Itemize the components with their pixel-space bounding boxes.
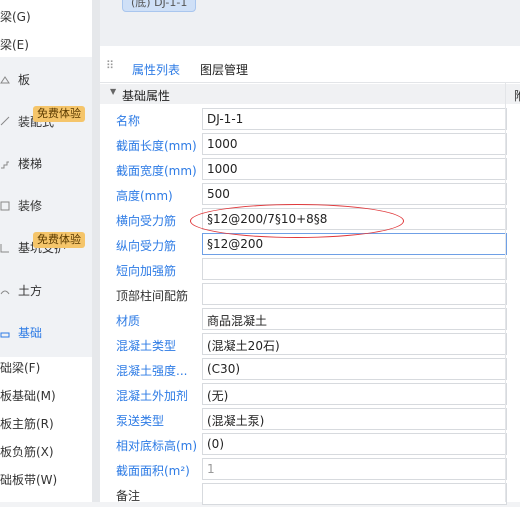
property-value-field[interactable]: (无): [202, 383, 507, 405]
category-foundation[interactable]: 基础: [18, 324, 42, 341]
property-value-field[interactable]: 商品混凝土: [202, 308, 507, 330]
tab-property-list[interactable]: 属性列表: [132, 61, 180, 78]
category-beam-g[interactable]: 梁(G): [0, 8, 31, 25]
category-stairs[interactable]: 楼梯: [18, 155, 42, 172]
property-label: 顶部柱间配筋: [116, 289, 189, 303]
property-row-admixture: 混凝土外加剂 (无): [100, 382, 520, 407]
attachment-column-header: 附: [514, 87, 520, 104]
property-label: 名称: [116, 114, 141, 128]
property-label: 混凝土类型: [116, 339, 177, 353]
pit-support-icon: [0, 242, 10, 253]
value-text: 1000: [207, 137, 238, 151]
value-text: (混凝土20石): [207, 339, 280, 353]
column-divider: [505, 82, 506, 502]
property-value-field[interactable]: (混凝土20石): [202, 333, 507, 355]
property-row-top-column-rebar: 顶部柱间配筋: [100, 282, 520, 307]
panel-splitter[interactable]: [92, 0, 100, 502]
property-label: 备注: [116, 489, 141, 503]
sub-item-raft-foundation[interactable]: 板基础(M): [0, 387, 56, 404]
sub-item-slab-strip[interactable]: 础板带(W): [0, 471, 57, 488]
property-value-field[interactable]: 500: [202, 183, 507, 205]
property-value-field[interactable]: (C30): [202, 358, 507, 380]
property-value-field[interactable]: 1000: [202, 158, 507, 180]
free-trial-badge-prefab[interactable]: 免费体验: [33, 106, 85, 122]
value-text: 商品混凝土: [207, 314, 268, 328]
property-label: 相对底标高(m): [116, 439, 198, 453]
property-row-concrete-type: 混凝土类型 (混凝土20石): [100, 332, 520, 357]
value-text: (C30): [207, 362, 241, 376]
property-row-remarks: 备注: [100, 482, 520, 507]
free-trial-badge-pit[interactable]: 免费体验: [33, 232, 85, 248]
category-list-background: [0, 57, 92, 357]
group-title: 基础属性: [122, 89, 171, 103]
value-text: (无): [207, 389, 229, 403]
property-label: 混凝土强度...: [116, 364, 188, 378]
category-decoration[interactable]: 装修: [18, 197, 42, 214]
value-text: (0): [207, 437, 224, 451]
property-label: 截面长度(mm): [116, 139, 197, 153]
property-value-field[interactable]: §12@200: [202, 233, 507, 255]
property-value-field[interactable]: [202, 258, 507, 280]
property-row-short-strengthening: 短向加强筋: [100, 257, 520, 282]
prefab-icon: [0, 115, 10, 126]
property-tabs: ⠿ 属性列表 图层管理: [100, 56, 520, 83]
property-value-field[interactable]: DJ-1-1: [202, 108, 507, 130]
decoration-icon: [0, 200, 10, 211]
property-row-concrete-strength: 混凝土强度... (C30): [100, 357, 520, 382]
property-value-field: 1: [202, 458, 507, 480]
property-label: 短向加强筋: [116, 264, 177, 278]
tab-layer-management[interactable]: 图层管理: [200, 61, 248, 78]
red-annotation-ellipse: [190, 204, 404, 238]
sub-item-foundation-beam[interactable]: 础梁(F): [0, 359, 40, 376]
group-basic-properties[interactable]: ▼ 基础属性 附: [100, 84, 520, 104]
property-label: 混凝土外加剂: [116, 389, 189, 403]
property-label: 泵送类型: [116, 414, 165, 428]
property-row-name: 名称 DJ-1-1: [100, 107, 520, 132]
collapse-triangle-icon[interactable]: ▼: [110, 87, 116, 96]
value-text: (混凝土泵): [207, 414, 265, 428]
property-value-field[interactable]: 1000: [202, 133, 507, 155]
property-row-pump-type: 泵送类型 (混凝土泵): [100, 407, 520, 432]
category-slab[interactable]: 板: [18, 71, 30, 88]
value-text: 1000: [207, 162, 238, 176]
value-text: 500: [207, 187, 230, 201]
slab-icon: [0, 74, 10, 84]
drag-handle-icon[interactable]: ⠿: [106, 60, 116, 76]
sub-item-slab-main-rebar[interactable]: 板主筋(R): [0, 415, 54, 432]
value-text: DJ-1-1: [207, 112, 244, 126]
property-value-field[interactable]: (0): [202, 433, 507, 455]
component-list-area: (底) DJ-1-1: [100, 0, 520, 46]
right-panel: (底) DJ-1-1 ⠿ 属性列表 图层管理 ▼ 基础属性 附 名称 DJ-1-…: [100, 0, 520, 505]
property-label: 纵向受力筋: [116, 239, 177, 253]
property-row-length: 截面长度(mm) 1000: [100, 132, 520, 157]
left-panel: 梁(G) 梁(E) 板 装配式 免费体验 楼梯 装修 基坑支护 免费体验 土方 …: [0, 0, 92, 502]
earthwork-icon: [0, 285, 10, 295]
value-text: 1: [207, 462, 215, 476]
category-beam-e[interactable]: 梁(E): [0, 36, 29, 53]
category-earthwork[interactable]: 土方: [18, 282, 42, 299]
sub-item-slab-negative-rebar[interactable]: 板负筋(X): [0, 443, 54, 460]
property-row-material: 材质 商品混凝土: [100, 307, 520, 332]
stairs-icon: [0, 158, 10, 169]
property-value-field[interactable]: (混凝土泵): [202, 408, 507, 430]
property-value-field[interactable]: [202, 283, 507, 305]
property-row-width: 截面宽度(mm) 1000: [100, 157, 520, 182]
value-text: §12@200: [207, 237, 264, 251]
property-row-section-area: 截面面积(m²) 1: [100, 457, 520, 482]
property-label: 横向受力筋: [116, 214, 177, 228]
property-label: 材质: [116, 314, 141, 328]
property-label: 高度(mm): [116, 189, 173, 203]
foundation-icon: [0, 327, 10, 338]
component-chip[interactable]: (底) DJ-1-1: [122, 0, 197, 12]
property-label: 截面宽度(mm): [116, 164, 197, 178]
property-row-relative-bottom-elevation: 相对底标高(m) (0): [100, 432, 520, 457]
property-label: 截面面积(m²): [116, 464, 190, 478]
